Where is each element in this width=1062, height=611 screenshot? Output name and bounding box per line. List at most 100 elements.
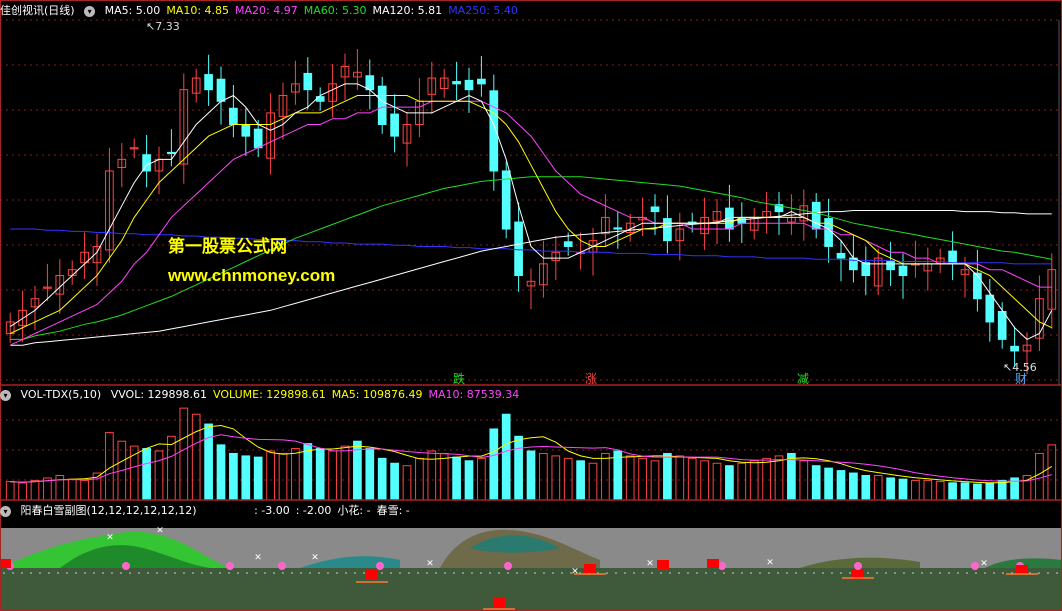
volume-title: VOL-TDX(5,10): [20, 388, 102, 401]
indicator-dot: [867, 572, 869, 574]
candle-body: [663, 218, 672, 242]
volume-bar: [836, 470, 846, 501]
ma-label-5: MA250: 5.40: [448, 4, 518, 17]
snow-icon: ✕: [426, 559, 434, 569]
indicator-dot: [291, 572, 293, 574]
volume-bar: [663, 452, 672, 501]
red-block-icon: [493, 598, 505, 607]
volume-bar: [266, 450, 275, 501]
indicator-dot: [975, 572, 977, 574]
indicator-dot: [525, 572, 527, 574]
volume-bar: [340, 445, 350, 501]
indicator-dot: [282, 572, 284, 574]
flower-icon: [122, 562, 130, 570]
snow-icon: ✕: [106, 533, 114, 543]
volume-bar: [501, 413, 511, 501]
event-marker-2[interactable]: 减: [797, 370, 809, 387]
indicator-dot: [237, 572, 239, 574]
indicator-dot: [174, 572, 176, 574]
indicator-dot: [804, 572, 806, 574]
volume-bar: [514, 435, 523, 501]
candle-body: [241, 124, 251, 137]
candle-body: [464, 79, 474, 91]
indicator-dot: [507, 572, 509, 574]
indicator-dot: [165, 572, 167, 574]
indicator-dot: [381, 572, 383, 574]
indicator-dot: [606, 572, 608, 574]
volume-bar: [563, 457, 573, 501]
volume-bar: [985, 482, 995, 501]
candle-body: [452, 81, 461, 85]
ma-label-4: MA120: 5.81: [372, 4, 443, 17]
volume-bar: [241, 455, 251, 501]
indicator-dot: [228, 572, 230, 574]
indicator-dot: [210, 572, 212, 574]
indicator-dot: [813, 572, 815, 574]
candle-body: [811, 201, 821, 230]
snow-icon: ✕: [646, 559, 654, 569]
indicator-dot: [948, 572, 950, 574]
event-marker-1[interactable]: 涨: [585, 370, 597, 387]
snow-icon: ✕: [254, 553, 262, 563]
red-block-icon: [0, 559, 11, 568]
volume-bar: [687, 457, 697, 501]
indicator-dot: [129, 572, 131, 574]
indicator-dot: [120, 572, 122, 574]
indicator-dot: [66, 572, 68, 574]
volume-bar: [5, 481, 15, 501]
candle-body: [997, 310, 1007, 340]
candle-body: [229, 107, 238, 126]
candle-body: [365, 75, 375, 91]
volume-bar: [167, 435, 176, 501]
volume-bar: [18, 482, 27, 501]
volume-bar: [291, 448, 300, 501]
indicator-dot: [111, 572, 113, 574]
volume-bar: [1047, 444, 1057, 501]
indicator-dot: [714, 572, 716, 574]
volume-bar: [489, 428, 499, 501]
indicator-dot: [660, 572, 662, 574]
indicator-dot: [651, 572, 653, 574]
indicator-dot: [12, 572, 14, 574]
volume-bar: [365, 448, 375, 501]
settings-circle-icon[interactable]: ▾: [84, 5, 96, 17]
indicator-dot: [561, 572, 563, 574]
indicator-dot: [156, 572, 158, 574]
main-title: 佳创视讯(日线): [0, 4, 75, 17]
volume-bar: [725, 465, 734, 501]
indicator-dot: [723, 572, 725, 574]
flower-icon: [718, 562, 726, 570]
indicator-dot: [417, 572, 419, 574]
event-marker-3[interactable]: 财: [1015, 370, 1027, 387]
candle-body: [973, 272, 982, 300]
red-block-icon: [584, 564, 596, 573]
volume-bar: [427, 450, 437, 501]
indicator-dot: [336, 572, 338, 574]
candle-body: [216, 78, 226, 102]
settings-circle-icon[interactable]: ▾: [0, 505, 11, 517]
indicator-dot: [957, 572, 959, 574]
volume-bar: [973, 483, 982, 501]
ma-label-3: MA60: 5.30: [303, 4, 367, 17]
volume-label-3: MA10: 87539.34: [428, 388, 520, 401]
event-marker-0[interactable]: 跌: [453, 370, 465, 387]
indicator-dot: [552, 572, 554, 574]
volume-bar: [452, 456, 461, 501]
indicator-dot: [201, 572, 203, 574]
indicator-dot: [75, 572, 77, 574]
watermark-title: 第一股票公式网: [168, 237, 287, 256]
volume-bar: [787, 452, 796, 501]
indicator-dot: [345, 572, 347, 574]
volume-bar: [328, 450, 337, 501]
volume-bar: [824, 467, 833, 501]
settings-circle-icon[interactable]: ▾: [0, 389, 11, 401]
volume-bar: [154, 450, 164, 501]
indicator-dot: [930, 572, 932, 574]
indicator-dot: [255, 572, 257, 574]
indicator-dot: [102, 572, 104, 574]
volume-bar: [204, 423, 213, 501]
volume-label-0: VVOL: 129898.61: [110, 388, 208, 401]
indicator-dot: [633, 572, 635, 574]
indicator-dot: [273, 572, 275, 574]
candle-body: [650, 206, 660, 213]
